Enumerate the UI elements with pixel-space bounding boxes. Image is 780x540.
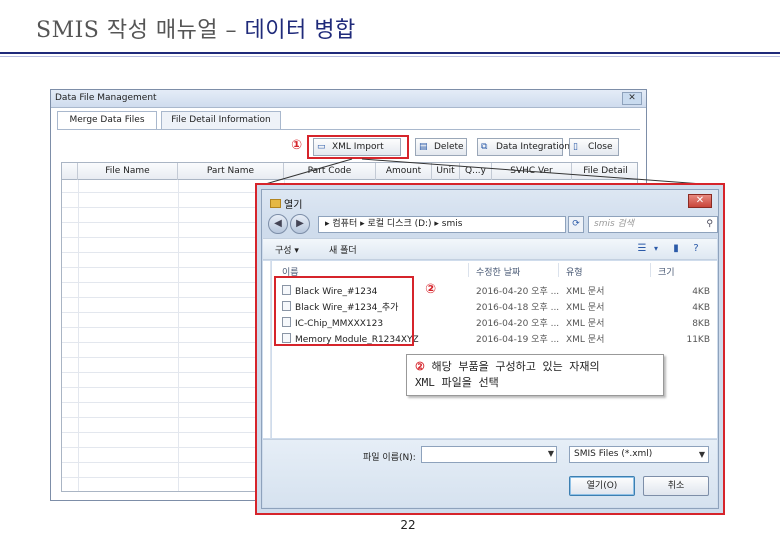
open-file-dialog: 열기 ✕ ◀ ▶ ▸ 컴퓨터 ▸ 로컬 디스크 (D:) ▸ smis ⟳ sm… [255, 183, 725, 515]
address-bar[interactable]: ▸ 컴퓨터 ▸ 로컬 디스크 (D:) ▸ smis [318, 216, 566, 233]
page-number: 22 [400, 518, 416, 532]
file-modified: 2016-04-19 오후 ... [476, 335, 560, 345]
organize-menu[interactable]: 구성 ▾ [275, 243, 299, 256]
callout-number: ② [415, 360, 425, 373]
dialog-frame: 열기 ✕ ◀ ▶ ▸ 컴퓨터 ▸ 로컬 디스크 (D:) ▸ smis ⟳ sm… [261, 189, 719, 509]
file-type: XML 문서 [566, 335, 605, 345]
dialog-footer: 파일 이름(N): ▼ SMIS Files (*.xml) ▼ 열기(O) 취… [263, 439, 717, 507]
cancel-button[interactable]: 취소 [643, 476, 709, 496]
dialog-title: 열기 [284, 200, 303, 211]
callout-text-2: XML 파일을 선택 [415, 376, 499, 389]
file-list-highlight [274, 276, 414, 346]
search-input[interactable]: smis 검색 ⚲ [588, 216, 718, 233]
connector-line-right [361, 158, 717, 186]
chevron-down-icon[interactable]: ▼ [699, 447, 705, 462]
file-size: 4KB [692, 287, 710, 297]
open-button[interactable]: 열기(O) [569, 476, 635, 496]
callout-text-1: 해당 부품을 구성하고 있는 자재의 [424, 360, 600, 373]
filename-input[interactable]: ▼ [421, 446, 557, 463]
file-type: XML 문서 [566, 303, 605, 313]
help-icon[interactable]: ? [689, 243, 703, 255]
connector-line-left [261, 158, 353, 186]
view-dropdown-icon[interactable]: ▾ [649, 243, 663, 255]
forward-arrow-icon[interactable]: ▶ [290, 214, 310, 234]
new-folder-button[interactable]: 새 폴더 [329, 243, 357, 256]
filetype-value: SMIS Files (*.xml) [574, 449, 653, 459]
callout-line-1: ② 해당 부품을 구성하고 있는 자재의 [415, 359, 657, 375]
file-size: 8KB [692, 319, 710, 329]
header-divider [558, 263, 559, 277]
file-size: 11KB [686, 335, 710, 345]
filetype-select[interactable]: SMIS Files (*.xml) ▼ [569, 446, 709, 463]
view-options-icon[interactable]: ☰ [635, 243, 649, 255]
step-marker-2: ② [425, 282, 437, 297]
header-divider [468, 263, 469, 277]
search-placeholder: smis 검색 [594, 219, 635, 229]
instruction-callout: ② 해당 부품을 구성하고 있는 자재의 XML 파일을 선택 [406, 354, 664, 396]
filename-label: 파일 이름(N): [363, 453, 416, 463]
header-divider [650, 263, 651, 277]
navigation-pane [263, 261, 271, 438]
file-modified: 2016-04-18 오후 ... [476, 303, 560, 313]
refresh-icon[interactable]: ⟳ [568, 216, 584, 233]
chevron-down-icon[interactable]: ▼ [548, 449, 554, 458]
back-arrow-icon[interactable]: ◀ [268, 214, 288, 234]
file-modified: 2016-04-20 오후 ... [476, 287, 560, 297]
preview-pane-icon[interactable]: ▮ [669, 243, 683, 255]
file-size: 4KB [692, 303, 710, 313]
file-type: XML 문서 [566, 287, 605, 297]
folder-icon [270, 199, 281, 208]
command-bar: 구성 ▾ 새 폴더 ☰ ▾ ▮ ? [263, 238, 717, 260]
dialog-titlebar: 열기 [270, 196, 303, 211]
header-size[interactable]: 크기 [658, 265, 675, 278]
dialog-close-button[interactable]: ✕ [688, 194, 712, 208]
file-modified: 2016-04-20 오후 ... [476, 319, 560, 329]
header-type[interactable]: 유형 [566, 265, 583, 278]
file-type: XML 문서 [566, 319, 605, 329]
search-icon: ⚲ [706, 219, 713, 229]
header-modified[interactable]: 수정한 날짜 [476, 265, 520, 278]
